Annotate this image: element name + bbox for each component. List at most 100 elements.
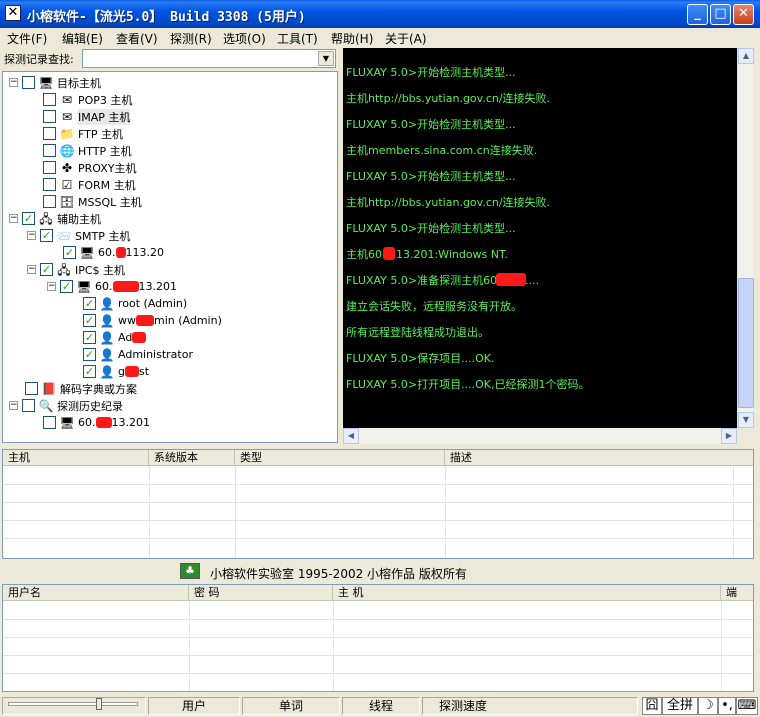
tree-item-form[interactable]: ☑ FORM 主机 xyxy=(43,176,136,193)
column-header-description[interactable]: 描述 xyxy=(445,450,753,466)
checkbox[interactable] xyxy=(25,382,38,395)
tree-item-user[interactable]: ✓ 👤 root (Admin) xyxy=(83,295,187,312)
collapse-icon[interactable]: − xyxy=(47,282,56,291)
column-header-username[interactable]: 用户名 xyxy=(3,585,189,601)
row-divider xyxy=(3,619,753,620)
checkbox[interactable] xyxy=(43,110,56,123)
checkbox-checked[interactable]: ✓ xyxy=(83,314,96,327)
host-table[interactable]: 主机 系统版本 类型 描述 xyxy=(2,449,754,559)
tree-item-smtp[interactable]: − ✓ 📨 SMTP 主机 xyxy=(27,227,130,244)
column-header-host[interactable]: 主机 xyxy=(3,450,149,466)
menu-help[interactable]: 帮助(H) xyxy=(331,30,373,47)
tree-item-aux-hosts[interactable]: − ✓ 🖧 辅助主机 xyxy=(9,210,101,227)
half-width-moon-icon[interactable]: ☽ xyxy=(698,697,718,715)
checkbox-checked[interactable]: ✓ xyxy=(83,348,96,361)
tree-item-history[interactable]: − 🔍 探测历史纪录 xyxy=(9,397,123,414)
checkbox-checked[interactable]: ✓ xyxy=(22,212,35,225)
column-header-password[interactable]: 密 码 xyxy=(189,585,333,601)
tree-item-mssql[interactable]: 🗄 MSSQL 主机 xyxy=(43,193,142,210)
row-divider xyxy=(3,484,753,485)
tree-item-imap[interactable]: ✉ IMAP 主机 xyxy=(43,108,131,125)
tree-item-ipc-host[interactable]: − ✓ 🖥 60. 13.201 xyxy=(47,278,177,295)
checkbox-checked[interactable]: ✓ xyxy=(63,246,76,259)
menu-tools[interactable]: 工具(T) xyxy=(277,30,318,47)
checkbox[interactable] xyxy=(43,93,56,106)
checkbox-checked[interactable]: ✓ xyxy=(83,297,96,310)
speed-slider-track[interactable] xyxy=(8,702,138,706)
column-header-host[interactable]: 主 机 xyxy=(333,585,721,601)
tree-logo-icon: ♣ xyxy=(180,563,200,579)
tree-item-user[interactable]: ✓ 👤 Ad xyxy=(83,329,147,346)
tree-item-pop3[interactable]: ✉ POP3 主机 xyxy=(43,91,132,108)
tree-item-user[interactable]: ✓ 👤 ww min (Admin) xyxy=(83,312,222,329)
tree-item-ipc[interactable]: − ✓ 🖧 IPC$ 主机 xyxy=(27,261,125,278)
scroll-thumb[interactable] xyxy=(738,278,754,408)
redaction xyxy=(124,366,139,377)
collapse-icon[interactable]: − xyxy=(27,231,36,240)
tree-item-target-hosts[interactable]: − 🖥 目标主机 xyxy=(9,74,101,91)
search-combobox[interactable]: ▼ xyxy=(82,49,336,68)
dropdown-arrow-icon[interactable]: ▼ xyxy=(318,51,334,66)
menu-probe[interactable]: 探测(R) xyxy=(170,30,212,47)
punctuation-icon[interactable]: •, xyxy=(718,697,736,715)
checkbox[interactable] xyxy=(22,399,35,412)
column-divider xyxy=(721,601,722,691)
checkbox-checked[interactable]: ✓ xyxy=(83,365,96,378)
checkbox-checked[interactable]: ✓ xyxy=(40,263,53,276)
tree-item-smtp-host[interactable]: ✓ 🖥 60. 113.20 xyxy=(63,244,164,261)
scroll-up-icon[interactable]: ▲ xyxy=(738,48,754,64)
menu-options[interactable]: 选项(O) xyxy=(223,30,266,47)
scroll-right-icon[interactable]: ▶ xyxy=(721,428,737,444)
checkbox[interactable] xyxy=(43,195,56,208)
column-header-port[interactable]: 端 xyxy=(721,585,753,601)
menu-about[interactable]: 关于(A) xyxy=(385,30,427,47)
collapse-icon[interactable]: − xyxy=(9,78,18,87)
log-console[interactable]: FLUXAY 5.0>开始检测主机类型... 主机http://bbs.yuti… xyxy=(343,48,737,428)
tree-item-proxy[interactable]: ✤ PROXY主机 xyxy=(43,159,137,176)
soft-keyboard-icon[interactable]: ⌨ xyxy=(736,697,758,715)
ime-mode[interactable]: 全拼 xyxy=(662,697,698,715)
menu-file[interactable]: 文件(F) xyxy=(7,30,47,47)
tree-item-dictionary[interactable]: 📕 解码字典或方案 xyxy=(25,380,137,397)
checkbox[interactable] xyxy=(43,178,56,191)
checkbox[interactable] xyxy=(43,161,56,174)
checkbox[interactable] xyxy=(43,127,56,140)
column-header-type[interactable]: 类型 xyxy=(235,450,445,466)
user-icon: 👤 xyxy=(99,347,115,362)
copyright-text: 小榕软件实验室 1995-2002 小榕作品 版权所有 xyxy=(210,567,467,581)
tree-item-http[interactable]: 🌐 HTTP 主机 xyxy=(43,142,132,159)
checkbox[interactable] xyxy=(43,144,56,157)
scroll-left-icon[interactable]: ◀ xyxy=(343,428,359,444)
checkbox-checked[interactable]: ✓ xyxy=(40,229,53,242)
tree-item-user[interactable]: ✓ 👤 g st xyxy=(83,363,149,380)
menu-view[interactable]: 查看(V) xyxy=(116,30,158,47)
menu-edit[interactable]: 编辑(E) xyxy=(62,30,103,47)
tree-item-history-host[interactable]: 🖥 60. 13.201 xyxy=(43,414,150,431)
scroll-down-icon[interactable]: ▼ xyxy=(738,412,754,428)
book-icon: 📕 xyxy=(41,381,57,396)
host-tree[interactable]: − 🖥 目标主机 ✉ POP3 主机 ✉ IMAP 主机 📁 FTP 主机 🌐 … xyxy=(2,71,338,443)
checkbox-checked[interactable]: ✓ xyxy=(60,280,73,293)
console-horizontal-scrollbar[interactable]: ◀ ▶ xyxy=(343,428,737,444)
speed-slider-thumb[interactable] xyxy=(96,698,102,710)
minimize-button[interactable]: _ xyxy=(687,4,708,25)
console-vertical-scrollbar[interactable]: ▲ ▼ xyxy=(737,48,754,428)
row-divider xyxy=(3,655,753,656)
collapse-icon[interactable]: − xyxy=(27,265,36,274)
checkbox[interactable] xyxy=(43,416,56,429)
checkbox-checked[interactable]: ✓ xyxy=(83,331,96,344)
maximize-button[interactable]: □ xyxy=(710,4,731,25)
column-divider xyxy=(333,601,334,691)
user-table[interactable]: 用户名 密 码 主 机 端 xyxy=(2,584,754,692)
log-line: FLUXAY 5.0>开始检测主机类型... xyxy=(346,170,516,183)
app-icon[interactable]: ✕ xyxy=(5,5,21,21)
checkbox[interactable] xyxy=(22,76,35,89)
ime-logo-icon[interactable]: 囧 xyxy=(642,697,662,715)
collapse-icon[interactable]: − xyxy=(9,401,18,410)
close-button[interactable]: ✕ xyxy=(733,4,754,25)
collapse-icon[interactable]: − xyxy=(9,214,18,223)
column-header-os-version[interactable]: 系统版本 xyxy=(149,450,235,466)
tree-item-user[interactable]: ✓ 👤 Administrator xyxy=(83,346,193,363)
tree-item-ftp[interactable]: 📁 FTP 主机 xyxy=(43,125,123,142)
redaction xyxy=(95,417,112,428)
